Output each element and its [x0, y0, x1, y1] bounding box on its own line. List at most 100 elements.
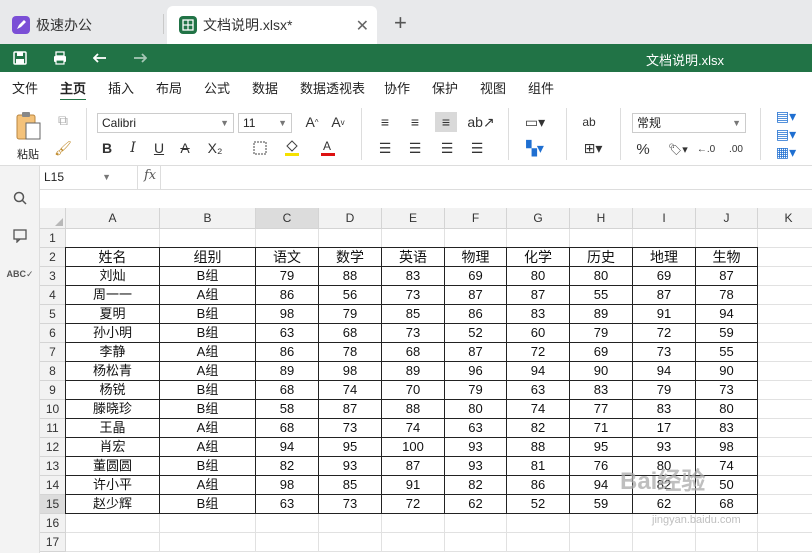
row-header-1[interactable]: 1 [40, 229, 66, 248]
cell-k2[interactable] [758, 248, 812, 267]
cell-j4[interactable]: 78 [696, 286, 758, 305]
cell-a13[interactable]: 董圆圆 [66, 457, 160, 476]
cell-a9[interactable]: 杨锐 [66, 381, 160, 400]
select-all-corner[interactable] [40, 208, 66, 229]
cell-h1[interactable] [570, 229, 633, 248]
percent-icon[interactable]: % [634, 140, 652, 158]
cell-j7[interactable]: 55 [696, 343, 758, 362]
cell-f10[interactable]: 80 [445, 400, 507, 419]
cell-g3[interactable]: 80 [507, 267, 570, 286]
cell-e4[interactable]: 73 [382, 286, 445, 305]
print-icon[interactable] [50, 48, 70, 68]
cell-k3[interactable] [758, 267, 812, 286]
fill-color-icon[interactable] [282, 137, 302, 157]
cell-b15[interactable]: B组 [160, 495, 256, 514]
cell-h8[interactable]: 90 [570, 362, 633, 381]
cell-i11[interactable]: 17 [633, 419, 696, 438]
cell-b13[interactable]: B组 [160, 457, 256, 476]
cell-h12[interactable]: 95 [570, 438, 633, 457]
copy-icon[interactable]: ⧉ [55, 112, 71, 128]
cell-f17[interactable] [445, 533, 507, 552]
row-header-9[interactable]: 9 [40, 381, 66, 400]
row-header-11[interactable]: 11 [40, 419, 66, 438]
cell-j15[interactable]: 68 [696, 495, 758, 514]
cell-i5[interactable]: 91 [633, 305, 696, 324]
table-header-cell[interactable]: 历史 [570, 248, 633, 267]
cell-d17[interactable] [319, 533, 382, 552]
cell-d13[interactable]: 93 [319, 457, 382, 476]
cell-g14[interactable]: 86 [507, 476, 570, 495]
paste-icon[interactable] [12, 110, 44, 142]
menu-file[interactable]: 文件 [12, 78, 38, 97]
column-header-a[interactable]: A [66, 208, 160, 229]
column-header-f[interactable]: F [445, 208, 507, 229]
cell-e6[interactable]: 73 [382, 324, 445, 343]
cell-f11[interactable]: 63 [445, 419, 507, 438]
cell-h6[interactable]: 79 [570, 324, 633, 343]
cell-b9[interactable]: B组 [160, 381, 256, 400]
align-middle-icon[interactable]: ≡ [406, 114, 424, 130]
font-name-select[interactable]: Calibri ▼ [97, 113, 234, 133]
strikethrough-button[interactable]: A [176, 139, 194, 157]
cell-a16[interactable] [66, 514, 160, 533]
column-header-b[interactable]: B [160, 208, 256, 229]
cell-b6[interactable]: B组 [160, 324, 256, 343]
cell-f16[interactable] [445, 514, 507, 533]
save-icon[interactable] [10, 48, 30, 68]
cell-k15[interactable] [758, 495, 812, 514]
row-header-17[interactable]: 17 [40, 533, 66, 552]
cell-b7[interactable]: A组 [160, 343, 256, 362]
align-right-icon[interactable]: ☰ [438, 140, 456, 156]
cell-a10[interactable]: 滕晓珍 [66, 400, 160, 419]
row-header-8[interactable]: 8 [40, 362, 66, 381]
cell-c14[interactable]: 98 [256, 476, 319, 495]
cell-b14[interactable]: A组 [160, 476, 256, 495]
table-header-cell[interactable]: 数学 [319, 248, 382, 267]
cell-d1[interactable] [319, 229, 382, 248]
cell-a3[interactable]: 刘灿 [66, 267, 160, 286]
cell-style-icon[interactable]: ▭▾ [520, 112, 550, 132]
cell-h5[interactable]: 89 [570, 305, 633, 324]
row-header-3[interactable]: 3 [40, 267, 66, 286]
cell-h11[interactable]: 71 [570, 419, 633, 438]
tab-home[interactable]: 极速办公 [0, 6, 160, 44]
name-box[interactable]: L15 ▼ [40, 166, 138, 189]
justify-icon[interactable]: ☰ [468, 140, 486, 156]
cell-d4[interactable]: 56 [319, 286, 382, 305]
conditional-format-icon[interactable]: ▚▾ [520, 138, 550, 158]
cell-c16[interactable] [256, 514, 319, 533]
cell-k8[interactable] [758, 362, 812, 381]
table-header-cell[interactable]: 英语 [382, 248, 445, 267]
row-header-10[interactable]: 10 [40, 400, 66, 419]
cell-k16[interactable] [758, 514, 812, 533]
row-header-2[interactable]: 2 [40, 248, 66, 267]
cell-e10[interactable]: 88 [382, 400, 445, 419]
cell-g10[interactable]: 74 [507, 400, 570, 419]
cell-c11[interactable]: 68 [256, 419, 319, 438]
cell-g11[interactable]: 82 [507, 419, 570, 438]
cell-c13[interactable]: 82 [256, 457, 319, 476]
cell-j17[interactable] [696, 533, 758, 552]
cell-f4[interactable]: 87 [445, 286, 507, 305]
row-header-12[interactable]: 12 [40, 438, 66, 457]
menu-home[interactable]: 主页 [60, 78, 87, 101]
cell-g6[interactable]: 60 [507, 324, 570, 343]
table-header-cell[interactable]: 组别 [160, 248, 256, 267]
menu-data[interactable]: 数据 [252, 78, 278, 97]
cell-a4[interactable]: 周一一 [66, 286, 160, 305]
cell-h15[interactable]: 59 [570, 495, 633, 514]
cell-d15[interactable]: 73 [319, 495, 382, 514]
cell-a6[interactable]: 孙小明 [66, 324, 160, 343]
cell-k6[interactable] [758, 324, 812, 343]
align-top-icon[interactable]: ≡ [376, 114, 394, 130]
cell-e17[interactable] [382, 533, 445, 552]
cell-g4[interactable]: 87 [507, 286, 570, 305]
cell-d10[interactable]: 87 [319, 400, 382, 419]
cell-d14[interactable]: 85 [319, 476, 382, 495]
redo-icon[interactable] [130, 48, 150, 68]
italic-button[interactable]: I [124, 139, 142, 157]
row-header-14[interactable]: 14 [40, 476, 66, 495]
cell-b12[interactable]: A组 [160, 438, 256, 457]
cell-k4[interactable] [758, 286, 812, 305]
search-icon[interactable] [10, 188, 30, 208]
